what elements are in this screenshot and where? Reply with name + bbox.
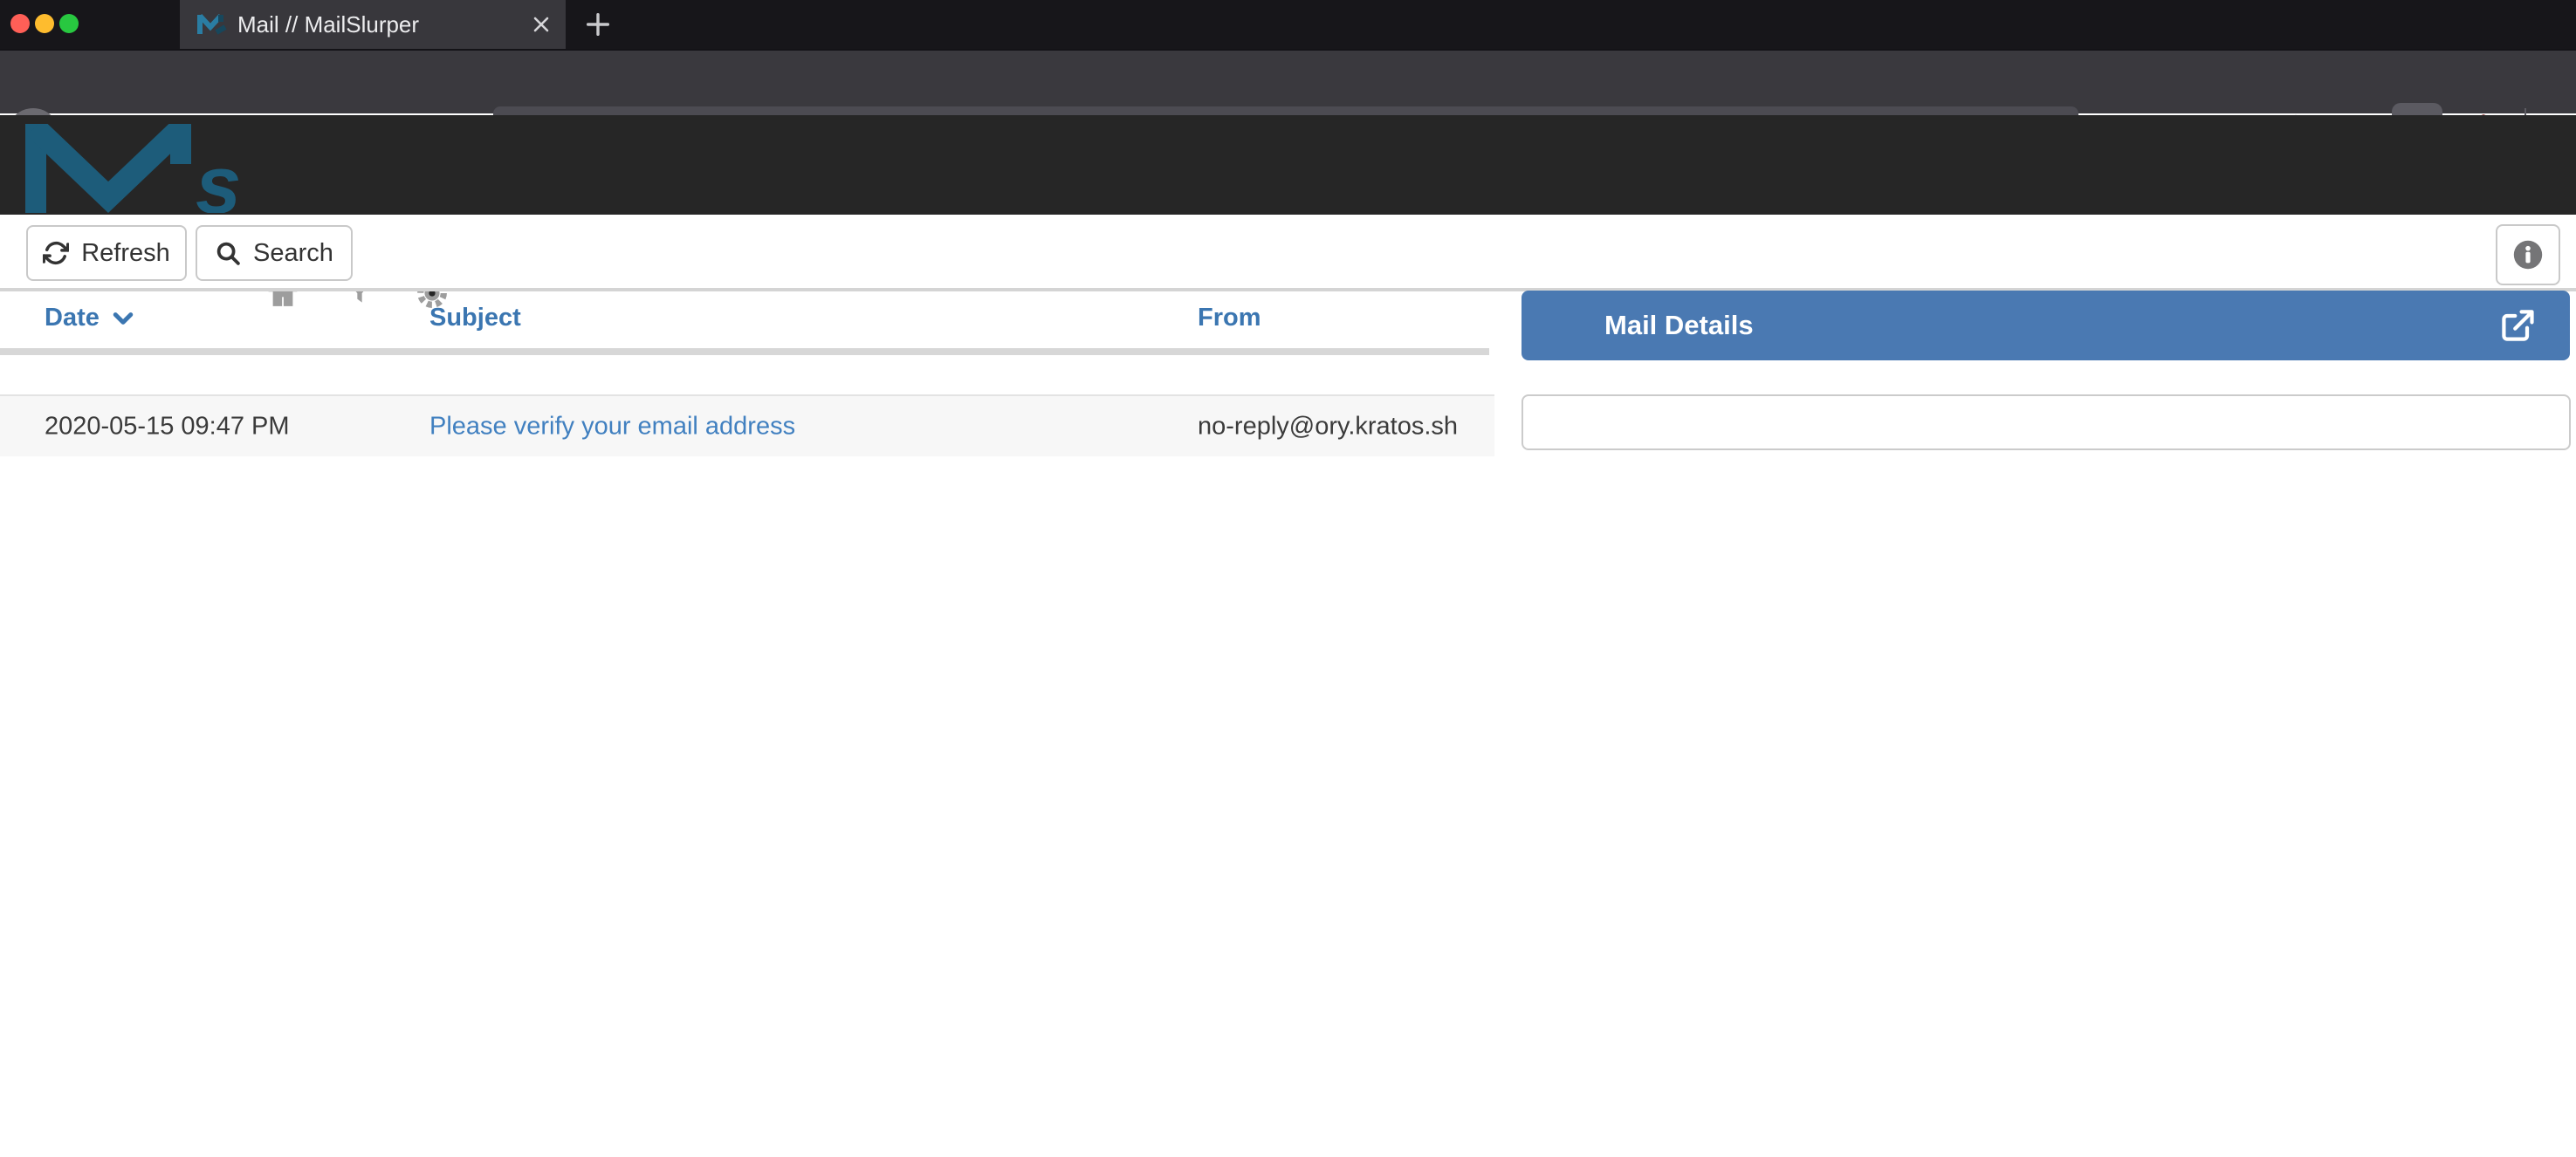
column-header-from[interactable]: From [1198,304,1261,332]
external-link-icon[interactable] [2498,306,2537,345]
sort-chevron-down-icon [110,305,136,332]
info-circle-icon [2512,239,2544,270]
date-header-label: Date [45,304,100,332]
browser-tab[interactable]: Mail // MailSlurper [180,0,566,49]
mail-details-body [1522,394,2571,450]
logo-s-text: s [196,139,241,213]
column-header-subject[interactable]: Subject [429,304,521,332]
mail-details-header: Mail Details [1522,291,2570,360]
search-label: Search [253,239,333,268]
table-header-rule [0,348,1489,355]
mailslurper-logo: s [24,124,349,213]
mail-date-cell: 2020-05-15 09:47 PM [45,412,290,441]
column-header-date[interactable]: Date [45,304,136,332]
refresh-label: Refresh [81,239,170,268]
mail-details-title: Mail Details [1604,310,1754,341]
refresh-button[interactable]: Refresh [26,225,187,281]
search-button[interactable]: Search [196,225,353,281]
mail-subject-link[interactable]: Please verify your email address [429,412,795,441]
plus-icon [583,10,613,39]
from-header-label: From [1198,304,1261,332]
mail-row: 2020-05-15 09:47 PM Please verify your e… [0,394,1494,456]
window-minimize-button[interactable] [35,14,54,33]
mail-from-cell: no-reply@ory.kratos.sh [1198,412,1458,441]
action-bar: Refresh Search [0,215,2576,291]
subject-header-label: Subject [429,304,521,332]
tab-favicon-mailslurper-icon [197,13,227,36]
auto-refresh-info-button[interactable] [2496,224,2560,285]
tab-close-icon[interactable] [529,12,553,37]
new-tab-button[interactable] [580,9,616,40]
window-zoom-button[interactable] [59,14,79,33]
tab-title: Mail // MailSlurper [237,11,419,38]
browser-tab-bar: Mail // MailSlurper [0,0,2576,49]
search-icon [215,240,241,266]
mailslurper-navbar: s [0,115,2576,215]
screen: Mail // MailSlurper 1 [0,0,2576,1157]
refresh-icon [43,240,69,266]
window-close-button[interactable] [10,14,30,33]
browser-toolbar: 127.0.0.1:4436 uO [0,49,2576,113]
